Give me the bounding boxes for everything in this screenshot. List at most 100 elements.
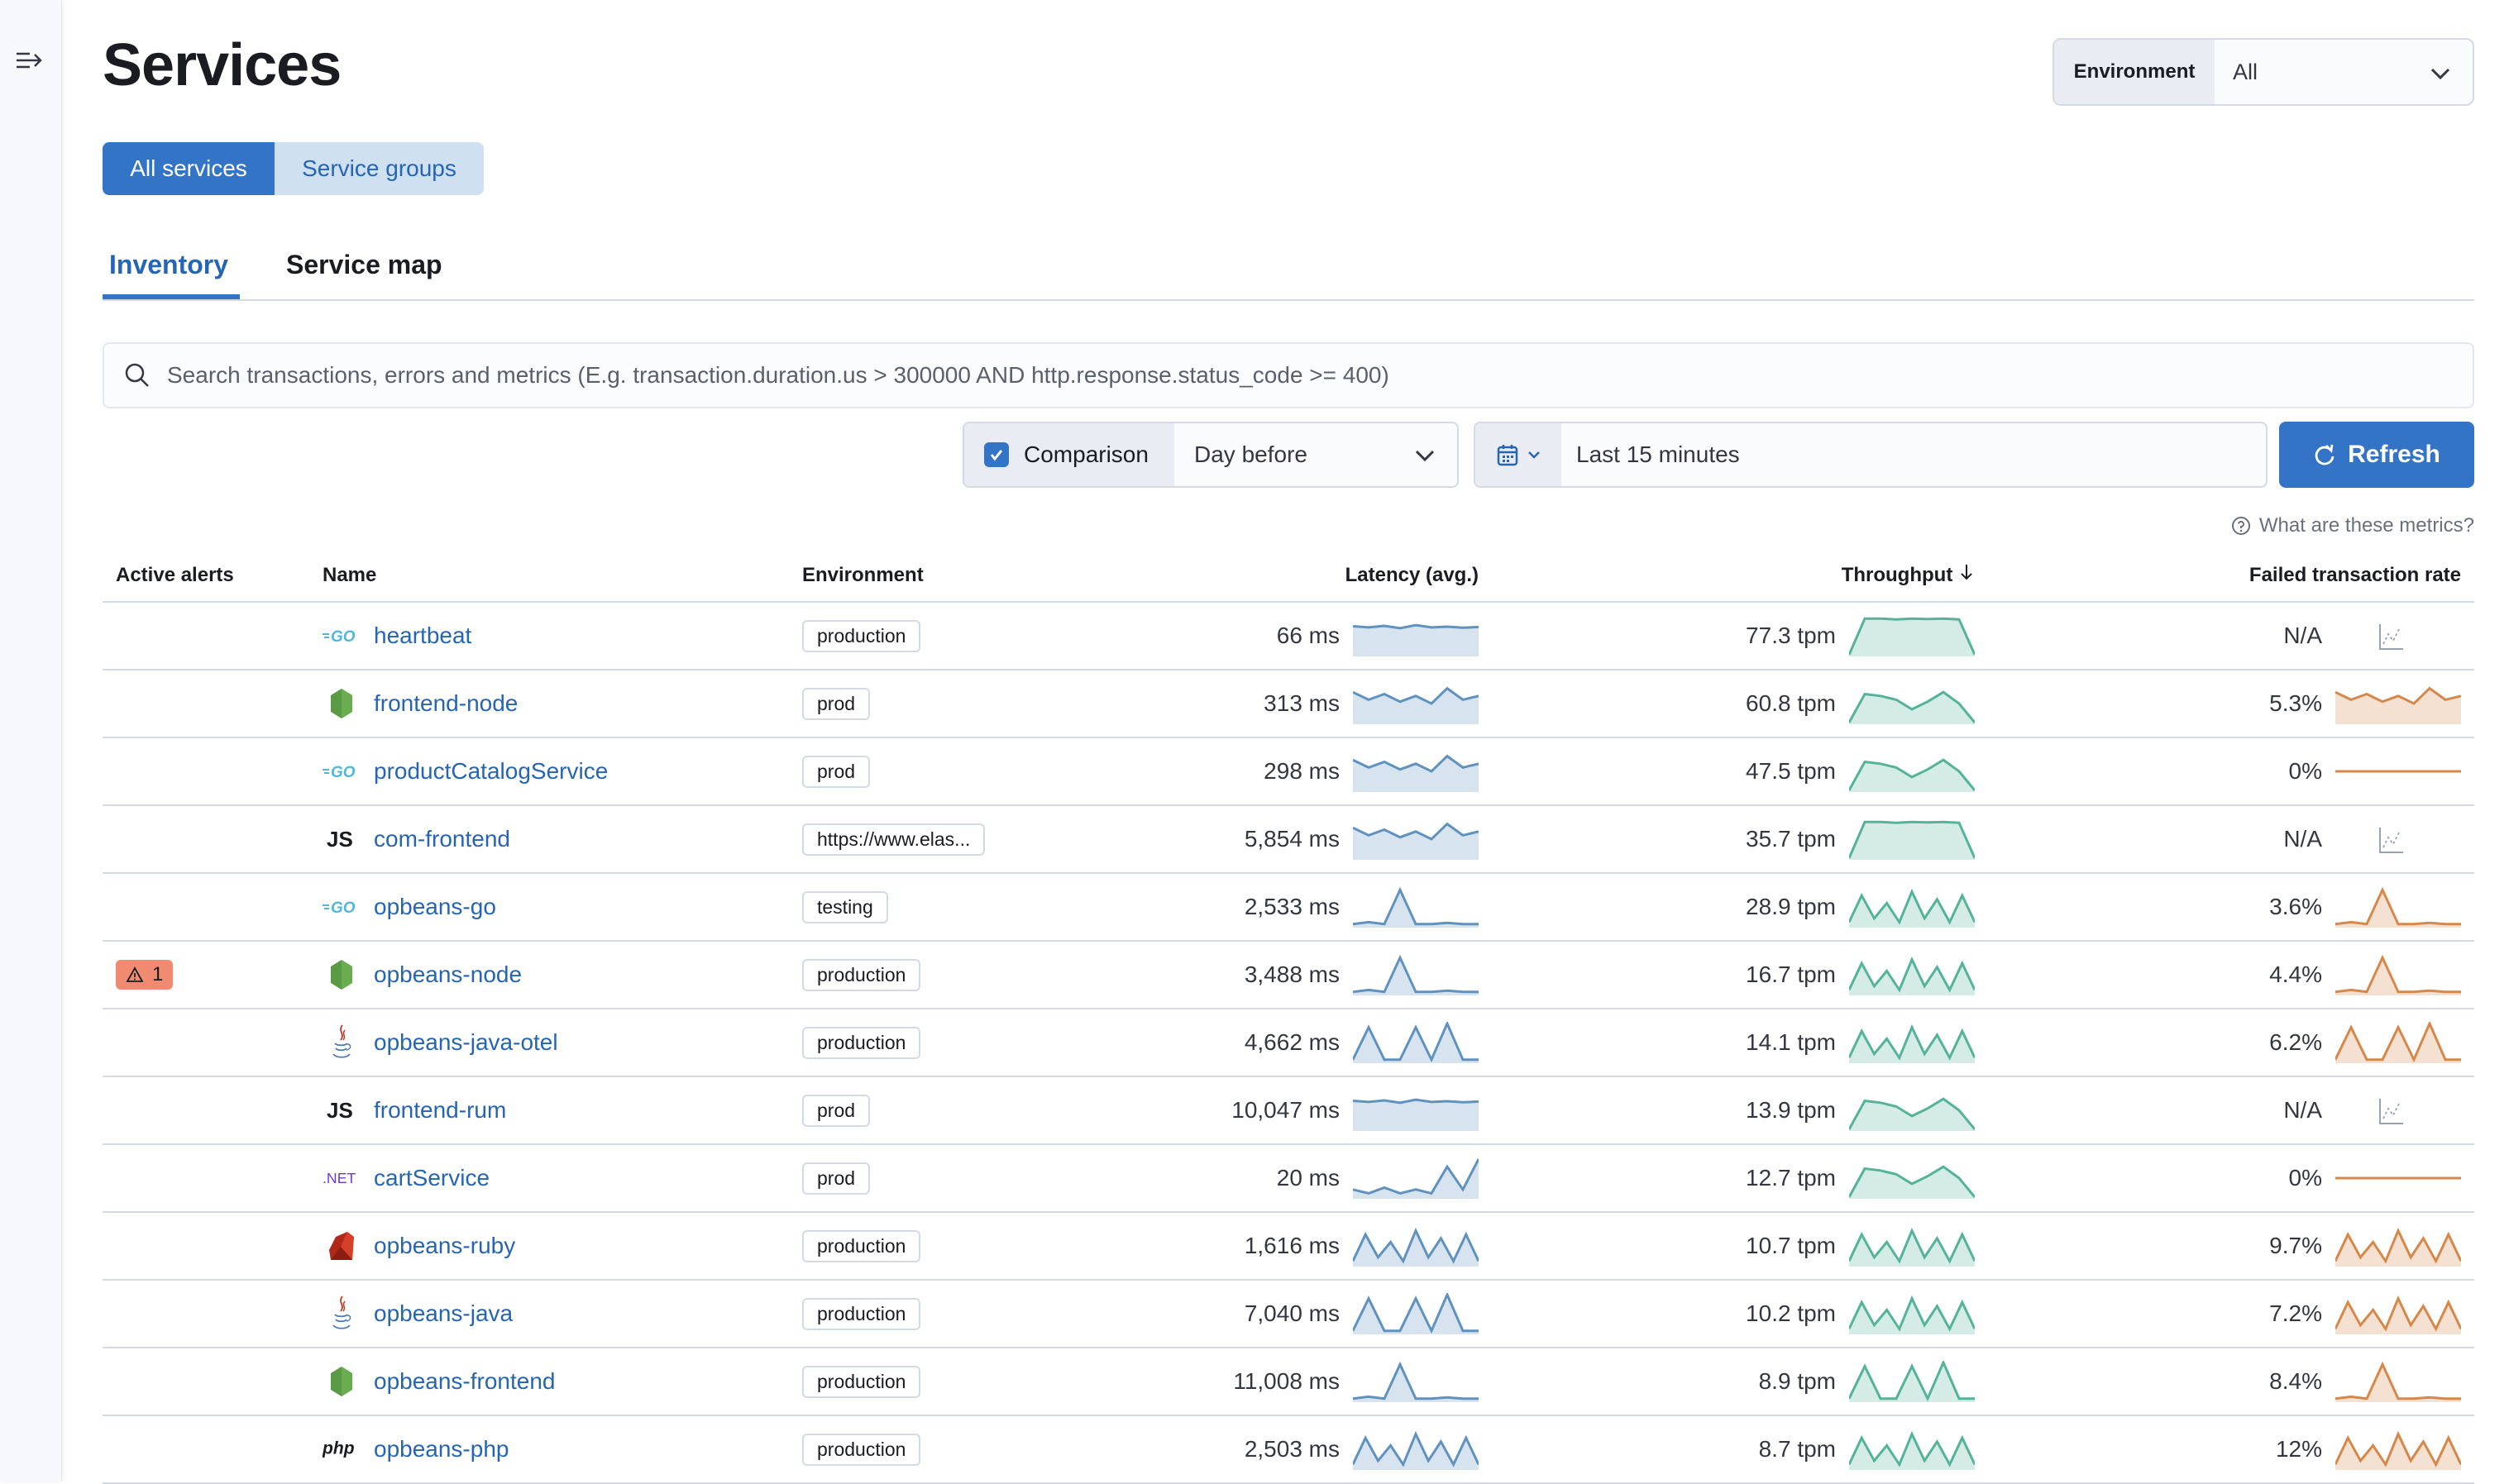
col-environment[interactable]: Environment [789,549,1120,603]
tab-inventory[interactable]: Inventory [103,250,240,299]
service-name-link[interactable]: opbeans-go [374,894,496,920]
table-row[interactable]: 1 opbeans-node production 3,488 ms 16.7 tpm 4… [103,941,2474,1009]
throughput-value: 47.5 tpm [1746,758,1836,784]
col-name[interactable]: Name [309,549,789,603]
service-name-link[interactable]: productCatalogService [374,758,608,785]
service-name-link[interactable]: opbeans-java [374,1300,513,1327]
latency-value: 1,616 ms [1244,1233,1340,1258]
table-row[interactable]: GO productCatalogService prod 298 ms 47.5 tp… [103,737,2474,806]
chevron-down-icon [1528,451,1540,459]
failed-rate-sparkline [2335,886,2461,928]
table-row[interactable]: JS com-frontend https://www.elas... 5,854 m… [103,805,2474,874]
col-throughput[interactable]: Throughput [1492,549,1988,603]
alert-count: 1 [152,963,164,985]
failed-rate-value: 12% [2275,1436,2322,1462]
service-name-link[interactable]: opbeans-node [374,961,522,988]
environment-badge: prod [802,1162,871,1195]
search-input[interactable] [167,362,2400,389]
throughput-cell: 16.7 tpm [1492,941,1988,1009]
failed-rate-value: 0% [2288,1165,2322,1191]
name-cell: GO opbeans-go [309,873,789,942]
environment-cell: production [789,941,1120,1009]
throughput-sparkline [1849,888,1975,928]
service-groups-button[interactable]: Service groups [275,142,484,195]
service-name-link[interactable]: opbeans-frontend [374,1368,556,1395]
expand-nav-button[interactable] [15,48,45,73]
latency-cell: 2,503 ms [1120,1415,1492,1484]
active-alerts-badge[interactable]: 1 [116,960,174,990]
table-row[interactable]: opbeans-java-otel production 4,662 ms 14.1 … [103,1009,2474,1077]
svg-text:php: php [323,1439,355,1458]
service-name-link[interactable]: opbeans-java-otel [374,1029,558,1056]
failed-rate-value: N/A [2283,1097,2322,1123]
col-failed-rate[interactable]: Failed transaction rate [1988,549,2474,603]
expand-nav-icon [17,52,42,69]
metrics-help-link[interactable]: What are these metrics? [2231,514,2474,537]
go-agent-icon: GO [323,628,356,646]
svg-text:GO: GO [331,628,356,646]
service-name-link[interactable]: opbeans-ruby [374,1233,515,1259]
col-latency[interactable]: Latency (avg.) [1120,549,1492,603]
service-name-link[interactable]: frontend-rum [374,1097,506,1124]
service-name-link[interactable]: opbeans-php [374,1436,509,1463]
throughput-value: 77.3 tpm [1746,623,1836,648]
throughput-sparkline-area [1849,822,1975,860]
latency-cell: 4,662 ms [1120,1009,1492,1077]
failed-rate-cell: 9.7% [1988,1212,2474,1281]
all-services-button[interactable]: All services [103,142,275,195]
latency-cell: 66 ms [1120,602,1492,670]
service-name-link[interactable]: frontend-node [374,690,518,717]
latency-value: 5,854 ms [1244,826,1340,852]
throughput-sparkline [1849,956,1975,995]
failed-rate-cell: 6.2% [1988,1009,2474,1077]
service-name-link[interactable]: heartbeat [374,623,471,649]
environment-badge: production [802,1433,921,1466]
table-row[interactable]: frontend-node prod 313 ms 60.8 tpm 5.3% [103,670,2474,738]
failed-rate-cell: 7.2% [1988,1280,2474,1348]
main-content: Services Environment All All services Se… [103,0,2474,1484]
throughput-sparkline [1849,1024,1975,1063]
comparison-checkbox[interactable] [984,442,1009,467]
name-cell: .NET cartService [309,1144,789,1213]
javascript-agent-icon: JS [327,827,353,852]
environment-cell: prod [789,737,1120,806]
date-range-value[interactable]: Last 15 minutes [1561,423,1740,486]
latency-sparkline [1353,1158,1479,1199]
table-row[interactable]: opbeans-frontend production 11,008 ms 8.9 t… [103,1348,2474,1416]
latency-cell: 298 ms [1120,737,1492,806]
dotnet-agent-icon: .NET [323,1170,356,1186]
table-row[interactable]: .NET cartService prod 20 ms 12.7 tpm 0% [103,1144,2474,1213]
table-row[interactable]: opbeans-java production 7,040 ms 10.2 tpm 7.… [103,1280,2474,1348]
throughput-value: 28.9 tpm [1746,894,1836,919]
tab-service-map[interactable]: Service map [286,250,442,299]
throughput-value: 12.7 tpm [1746,1165,1836,1191]
table-row[interactable]: JS frontend-rum prod 10,047 ms 13.9 tpm N/A [103,1076,2474,1145]
col-active-alerts[interactable]: Active alerts [103,549,309,603]
environment-cell: production [789,1009,1120,1077]
latency-sparkline [1353,954,1479,995]
comparison-toggle[interactable]: Comparison [964,423,1174,486]
throughput-sparkline [1849,1361,1975,1402]
quick-select-button[interactable] [1475,423,1561,486]
comparison-control: Comparison Day before [963,422,1459,488]
latency-sparkline-area [1353,625,1479,656]
environment-cell: production [789,1280,1120,1348]
throughput-value: 10.2 tpm [1746,1300,1836,1326]
latency-value: 2,503 ms [1244,1436,1340,1462]
table-row[interactable]: php opbeans-php production 2,503 ms 8.7 tpm 1… [103,1415,2474,1484]
table-row[interactable]: GO opbeans-go testing 2,533 ms 28.9 tpm 3.6% [103,873,2474,942]
throughput-value: 8.9 tpm [1758,1368,1836,1394]
environment-badge: production [802,1229,921,1262]
table-row[interactable]: opbeans-ruby production 1,616 ms 10.7 tpm 9.… [103,1212,2474,1281]
service-name-link[interactable]: cartService [374,1165,490,1191]
refresh-button[interactable]: Refresh [2279,422,2474,488]
failed-rate-sparkline-line [2335,1361,2461,1400]
service-name-link[interactable]: com-frontend [374,826,510,852]
comparison-select[interactable]: Day before [1174,423,1457,486]
name-cell: JS frontend-rum [309,1076,789,1145]
table-row[interactable]: GO heartbeat production 66 ms 77.3 tpm N/A [103,602,2474,670]
alerts-cell [103,805,309,874]
environment-select[interactable]: Environment All [2053,38,2474,106]
throughput-cell: 35.7 tpm [1492,805,1988,874]
failed-rate-cell: 5.3% [1988,670,2474,738]
